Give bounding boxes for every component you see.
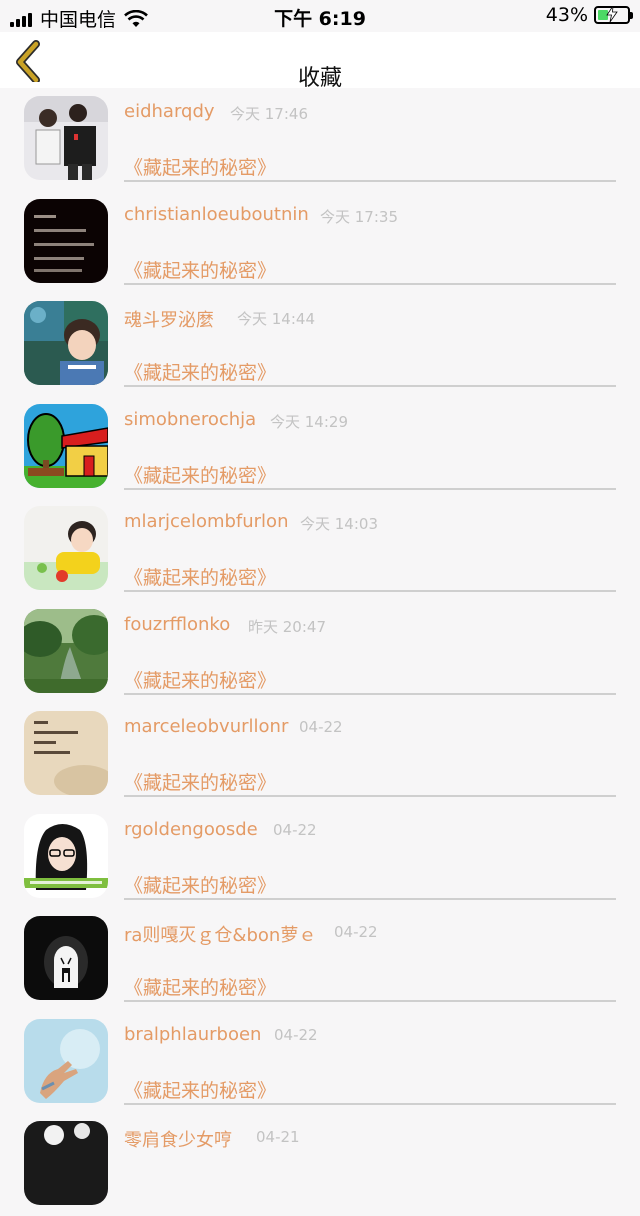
- username: simobnerochja: [124, 408, 257, 430]
- timestamp: 昨天 20:47: [248, 617, 326, 636]
- item-title: 《藏起来的秘密》: [124, 259, 277, 282]
- divider: [124, 180, 616, 182]
- avatar: [24, 608, 108, 693]
- username: 魂斗罗泌麼: [124, 310, 214, 331]
- timestamp: 04-22: [273, 820, 317, 839]
- username: eidharqdy: [124, 101, 215, 122]
- favorites-list: eidharqdy 今天 17:46 《藏起来的秘密》 christianloe…: [0, 88, 640, 1216]
- timestamp: 04-21: [256, 1128, 300, 1146]
- username: rgoldengoosde: [124, 818, 258, 840]
- username: fouzrfflonko: [124, 613, 231, 635]
- avatar: [24, 1121, 108, 1205]
- item-title: 《藏起来的秘密》: [124, 874, 277, 897]
- battery-percent: 43%: [545, 4, 588, 26]
- list-item[interactable]: rgoldengoosde 04-22 《藏起来的秘密》: [0, 806, 640, 909]
- timestamp: 04-22: [299, 718, 343, 736]
- list-item[interactable]: marceleobvurllonr 04-22 《藏起来的秘密》: [0, 703, 640, 806]
- divider: [124, 385, 616, 387]
- divider: [124, 590, 616, 592]
- list-item[interactable]: simobnerochja 今天 14:29 《藏起来的秘密》: [0, 396, 640, 499]
- battery-icon: [594, 6, 633, 24]
- navigation-bar: 收藏: [0, 32, 640, 91]
- divider: [124, 1000, 616, 1002]
- divider: [124, 282, 616, 285]
- divider: [124, 1102, 616, 1105]
- status-right: 43%: [545, 4, 633, 26]
- status-time: 下午 6:19: [274, 8, 366, 30]
- username: ra则嘎灭ｇ仓&bon萝ｅ: [124, 925, 317, 946]
- item-title: 《藏起来的秘密》: [124, 772, 277, 794]
- item-title: 《藏起来的秘密》: [124, 669, 277, 692]
- timestamp: 今天 14:03: [300, 515, 378, 533]
- item-title: 《藏起来的秘密》: [124, 157, 277, 179]
- avatar: [24, 813, 108, 898]
- item-title: 《藏起来的秘密》: [124, 567, 277, 589]
- list-item[interactable]: 魂斗罗泌麼 今天 14:44 《藏起来的秘密》: [0, 293, 640, 396]
- list-item[interactable]: eidharqdy 今天 17:46 《藏起来的秘密》: [0, 88, 640, 191]
- list-item[interactable]: mlarjcelombfurlon 今天 14:03 《藏起来的秘密》: [0, 498, 640, 601]
- username: 零肩食少女哼: [124, 1130, 232, 1151]
- divider: [124, 692, 616, 695]
- avatar: [24, 1018, 108, 1103]
- charging-bolt-icon: [606, 6, 618, 22]
- username: bralphlaurboen: [124, 1023, 262, 1045]
- divider: [124, 897, 616, 900]
- item-title: 《藏起来的秘密》: [124, 464, 277, 487]
- avatar: [24, 711, 108, 795]
- divider: [124, 795, 616, 797]
- timestamp: 今天 14:29: [270, 412, 348, 431]
- timestamp: 今天 17:46: [230, 105, 308, 123]
- list-item[interactable]: 零肩食少女哼 04-21: [0, 1113, 640, 1216]
- timestamp: 04-22: [334, 923, 378, 941]
- list-item[interactable]: fouzrfflonko 昨天 20:47 《藏起来的秘密》: [0, 601, 640, 704]
- username: marceleobvurllonr: [124, 716, 289, 737]
- avatar: [24, 403, 108, 488]
- list-item[interactable]: ra则嘎灭ｇ仓&bon萝ｅ 04-22 《藏起来的秘密》: [0, 908, 640, 1011]
- item-title: 《藏起来的秘密》: [124, 362, 277, 384]
- item-title: 《藏起来的秘密》: [124, 977, 277, 999]
- status-bar: 中国电信 下午 6:19 43%: [0, 0, 640, 32]
- avatar: [24, 96, 108, 180]
- timestamp: 今天 14:44: [237, 310, 315, 328]
- list-item[interactable]: bralphlaurboen 04-22 《藏起来的秘密》: [0, 1011, 640, 1114]
- avatar: [24, 506, 108, 590]
- avatar: [24, 916, 108, 1000]
- divider: [124, 487, 616, 490]
- avatar: [24, 301, 108, 385]
- avatar: [24, 198, 108, 283]
- list-item[interactable]: christianloeuboutnin 今天 17:35 《藏起来的秘密》: [0, 191, 640, 294]
- timestamp: 04-22: [274, 1025, 318, 1044]
- username: christianloeuboutnin: [124, 203, 309, 225]
- username: mlarjcelombfurlon: [124, 511, 289, 532]
- timestamp: 今天 17:35: [320, 207, 398, 226]
- item-title: 《藏起来的秘密》: [124, 1079, 277, 1102]
